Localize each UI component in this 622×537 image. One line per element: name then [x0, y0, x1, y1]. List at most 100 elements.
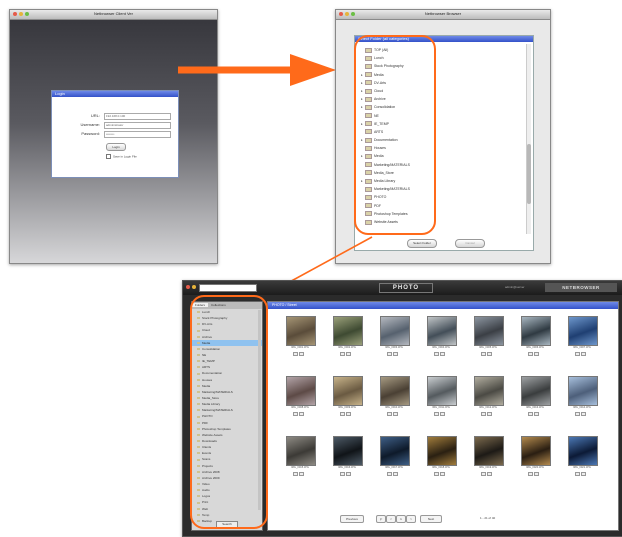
download-icon[interactable] — [487, 352, 492, 356]
download-icon[interactable] — [346, 472, 351, 476]
download-icon[interactable] — [393, 352, 398, 356]
photo-thumbnail[interactable]: IMG_0016.JPG — [327, 436, 367, 484]
photo-thumbnail[interactable]: IMG_0011.JPG — [421, 376, 461, 424]
download-icon[interactable] — [487, 412, 492, 416]
next-button[interactable]: Next — [420, 515, 442, 523]
photo-thumbnail[interactable]: IMG_0013.JPG — [515, 376, 555, 424]
download-icon[interactable] — [581, 352, 586, 356]
photo-thumbnail[interactable]: IMG_0009.JPG — [327, 376, 367, 424]
info-icon[interactable] — [575, 352, 580, 356]
photo-thumbnail[interactable]: IMG_0008.JPG — [280, 376, 320, 424]
photo-image[interactable] — [333, 316, 363, 346]
info-icon[interactable] — [340, 412, 345, 416]
previous-button[interactable]: Previous — [340, 515, 364, 523]
photo-image[interactable] — [427, 316, 457, 346]
photo-image[interactable] — [521, 436, 551, 466]
info-icon[interactable] — [434, 472, 439, 476]
photo-image[interactable] — [521, 316, 551, 346]
info-icon[interactable] — [528, 472, 533, 476]
info-icon[interactable] — [481, 412, 486, 416]
download-icon[interactable] — [440, 352, 445, 356]
photo-image[interactable] — [474, 316, 504, 346]
photo-image[interactable] — [568, 316, 598, 346]
login-button[interactable]: Login — [106, 143, 126, 151]
page-number[interactable]: 1 — [396, 515, 406, 523]
search-input[interactable] — [199, 284, 257, 292]
minimize-icon[interactable] — [192, 285, 196, 289]
photo-image[interactable] — [333, 376, 363, 406]
cancel-button[interactable]: Cancel — [455, 239, 485, 248]
info-icon[interactable] — [434, 352, 439, 356]
download-icon[interactable] — [299, 412, 304, 416]
photo-image[interactable] — [380, 376, 410, 406]
info-icon[interactable] — [387, 352, 392, 356]
category-scrollbar[interactable] — [526, 44, 531, 234]
photo-image[interactable] — [568, 376, 598, 406]
photo-thumbnail[interactable]: IMG_0005.JPG — [468, 316, 508, 364]
download-icon[interactable] — [487, 472, 492, 476]
photo-thumbnail[interactable]: IMG_0007.JPG — [562, 316, 602, 364]
photo-thumbnail[interactable]: IMG_0006.JPG — [515, 316, 555, 364]
select-folder-button[interactable]: Select Folder — [407, 239, 437, 248]
download-icon[interactable] — [393, 412, 398, 416]
photo-image[interactable] — [521, 376, 551, 406]
photo-image[interactable] — [286, 376, 316, 406]
download-icon[interactable] — [299, 352, 304, 356]
info-icon[interactable] — [434, 412, 439, 416]
url-field[interactable]: 192.168.0.100 — [104, 113, 171, 120]
remember-checkbox[interactable]: Save in Login File — [106, 154, 137, 159]
info-icon[interactable] — [293, 472, 298, 476]
info-icon[interactable] — [528, 352, 533, 356]
download-icon[interactable] — [534, 472, 539, 476]
username-field[interactable]: administrator — [104, 122, 171, 129]
info-icon[interactable] — [293, 352, 298, 356]
photo-image[interactable] — [380, 436, 410, 466]
info-icon[interactable] — [575, 472, 580, 476]
photo-image[interactable] — [568, 436, 598, 466]
photo-thumbnail[interactable]: IMG_0010.JPG — [374, 376, 414, 424]
photo-thumbnail[interactable]: IMG_0012.JPG — [468, 376, 508, 424]
photo-image[interactable] — [380, 316, 410, 346]
info-icon[interactable] — [293, 412, 298, 416]
download-icon[interactable] — [346, 412, 351, 416]
download-icon[interactable] — [440, 412, 445, 416]
photo-image[interactable] — [427, 376, 457, 406]
download-icon[interactable] — [440, 472, 445, 476]
photo-image[interactable] — [427, 436, 457, 466]
photo-image[interactable] — [333, 436, 363, 466]
close-icon[interactable] — [186, 285, 190, 289]
photo-thumbnail[interactable]: IMG_0014.JPG — [562, 376, 602, 424]
info-icon[interactable] — [575, 412, 580, 416]
password-field[interactable]: •••••••• — [104, 131, 171, 138]
photo-image[interactable] — [286, 316, 316, 346]
download-icon[interactable] — [581, 472, 586, 476]
info-icon[interactable] — [340, 472, 345, 476]
photo-thumbnail[interactable]: IMG_0002.JPG — [327, 316, 367, 364]
info-icon[interactable] — [481, 472, 486, 476]
checkbox-icon[interactable] — [106, 154, 111, 159]
download-icon[interactable] — [299, 472, 304, 476]
info-icon[interactable] — [340, 352, 345, 356]
scroll-thumb[interactable] — [527, 144, 531, 204]
download-icon[interactable] — [534, 412, 539, 416]
info-icon[interactable] — [481, 352, 486, 356]
info-icon[interactable] — [387, 472, 392, 476]
download-icon[interactable] — [393, 472, 398, 476]
first-page-button[interactable]: |< — [376, 515, 386, 523]
info-icon[interactable] — [528, 412, 533, 416]
photo-thumbnail[interactable]: IMG_0015.JPG — [280, 436, 320, 484]
forward-button[interactable]: > — [406, 515, 416, 523]
download-icon[interactable] — [534, 352, 539, 356]
photo-image[interactable] — [474, 436, 504, 466]
photo-thumbnail[interactable]: IMG_0017.JPG — [374, 436, 414, 484]
photo-thumbnail[interactable]: IMG_0019.JPG — [468, 436, 508, 484]
download-icon[interactable] — [581, 412, 586, 416]
photo-thumbnail[interactable]: IMG_0001.JPG — [280, 316, 320, 364]
photo-thumbnail[interactable]: IMG_0018.JPG — [421, 436, 461, 484]
download-icon[interactable] — [346, 352, 351, 356]
photo-thumbnail[interactable]: IMG_0020.JPG — [515, 436, 555, 484]
photo-image[interactable] — [474, 376, 504, 406]
back-button[interactable]: < — [386, 515, 396, 523]
info-icon[interactable] — [387, 412, 392, 416]
photo-thumbnail[interactable]: IMG_0021.JPG — [562, 436, 602, 484]
